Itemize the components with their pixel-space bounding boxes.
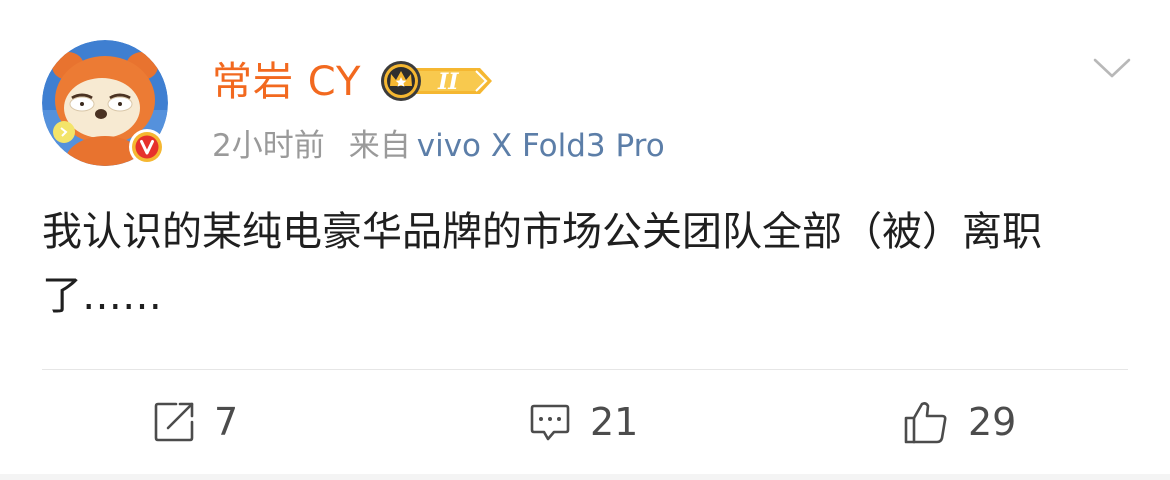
source-device-link[interactable]: vivo X Fold3 Pro <box>417 128 665 164</box>
username[interactable]: 常岩 CY <box>212 56 361 108</box>
comment-icon <box>530 404 570 441</box>
post-meta: 2小时前 来自 vivo X Fold3 Pro <box>212 124 665 168</box>
repost-count: 7 <box>214 400 239 444</box>
post-time: 2小时前 <box>212 128 325 164</box>
member-level-label: II <box>437 69 459 95</box>
comment-count: 21 <box>590 400 639 444</box>
comment-button[interactable]: 21 <box>528 396 638 448</box>
bottom-separator <box>0 474 1170 480</box>
source-prefix: 来自 <box>348 128 411 164</box>
divider <box>42 369 1128 370</box>
member-level-badge[interactable]: II <box>378 58 496 104</box>
crown-icon <box>381 61 421 101</box>
avatar-container[interactable] <box>42 40 168 166</box>
thumbs-up-icon <box>904 402 947 444</box>
repost-button[interactable]: 7 <box>152 396 238 448</box>
like-count: 29 <box>968 400 1017 444</box>
post-content[interactable]: 我认识的某纯电豪华品牌的市场公关团队全部（被）离职了…… <box>42 200 1082 328</box>
repost-icon <box>154 402 194 442</box>
weibo-post: 常岩 CY II 2小时前 来自 vivo X Fold3 Pro 我认识的某纯电豪… <box>0 0 1170 480</box>
chevron-down-icon[interactable] <box>1092 54 1132 82</box>
verified-badge-icon <box>129 129 165 165</box>
like-button[interactable]: 29 <box>902 396 1016 448</box>
